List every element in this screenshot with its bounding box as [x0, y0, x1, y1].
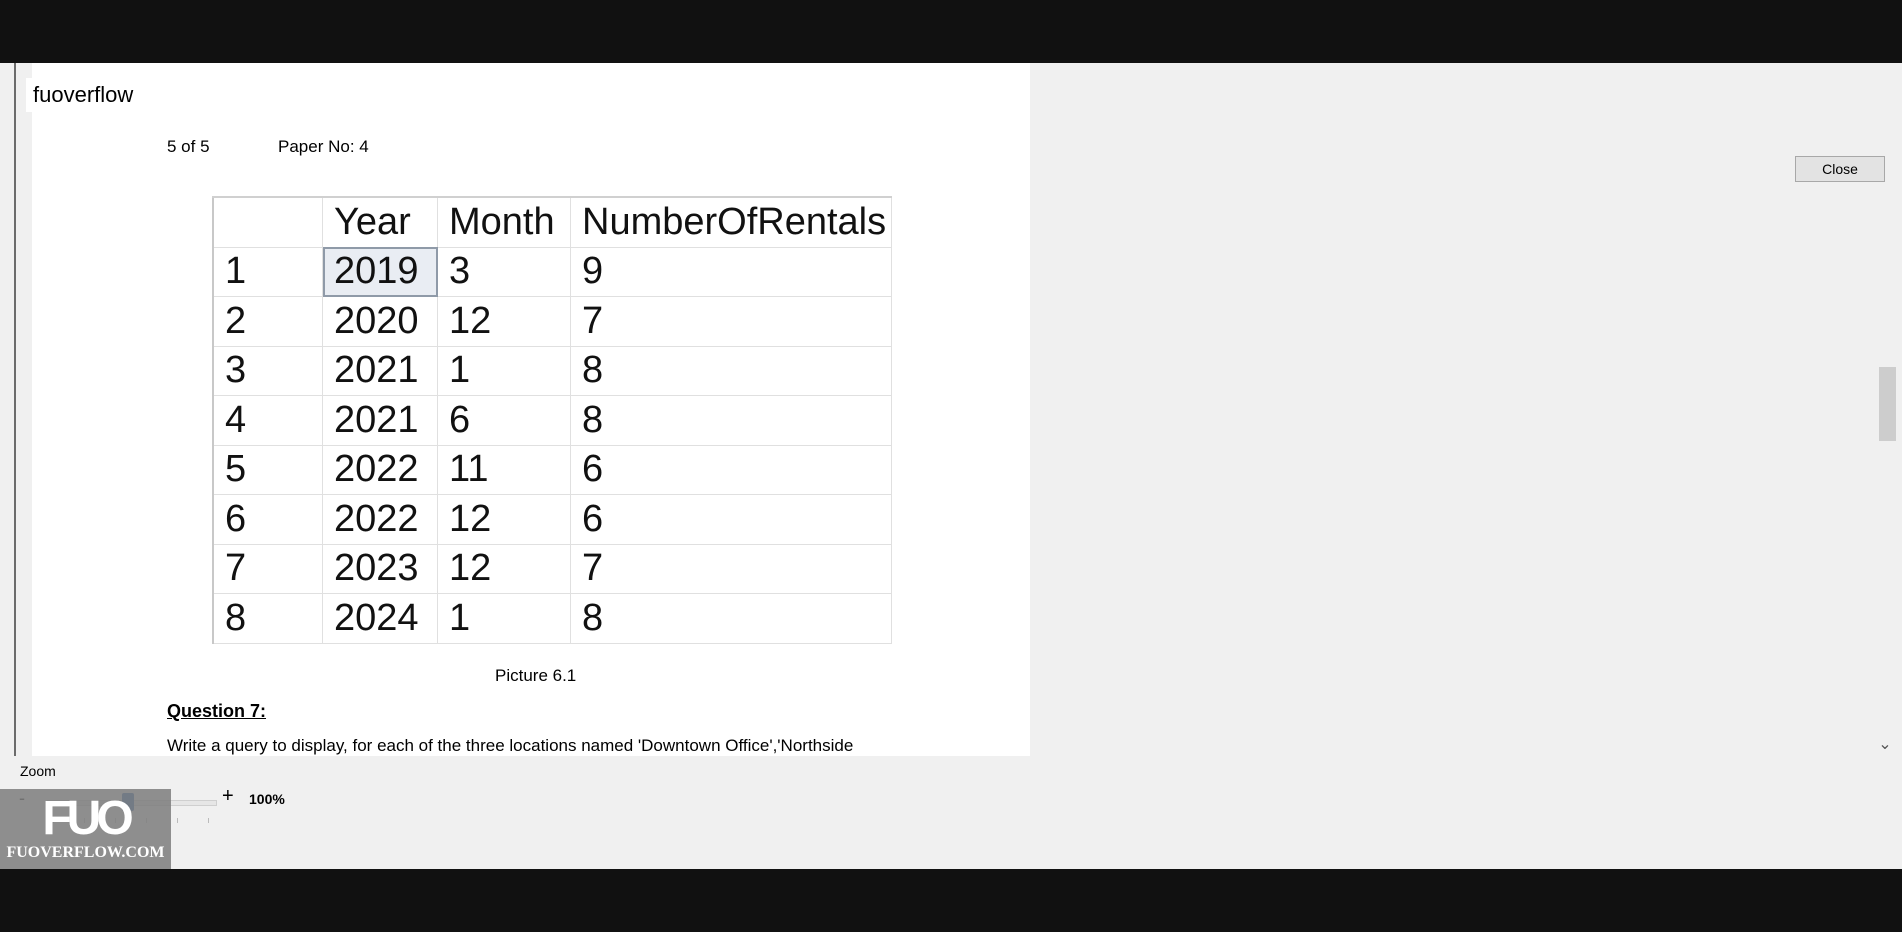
- question-text: Write a query to display, for each of th…: [167, 736, 854, 755]
- table-cell-year: 2024: [322, 593, 438, 644]
- table-cell-year: 2021: [322, 395, 438, 446]
- table-body: 1 2019 3 9 2 2020 12 7 3 2021 1 8 4 2021 6 8 5 2022 11 6 6 20…: [212, 247, 892, 644]
- table-cell-numberofrentals: 8: [570, 395, 892, 446]
- table-cell-rownum: 5: [212, 445, 323, 495]
- table-cell-month: 1: [437, 593, 571, 644]
- column-header-rownum: [212, 196, 323, 248]
- zoom-label: Zoom: [20, 763, 56, 779]
- table-cell-rownum: 1: [212, 247, 323, 297]
- table-cell-month: 1: [437, 346, 571, 396]
- watermark-mark: FUO: [42, 792, 133, 845]
- app-label: fuoverflow: [26, 78, 141, 112]
- table-cell-month: 6: [437, 395, 571, 446]
- table-cell-rownum: 4: [212, 395, 323, 446]
- column-header-numberofrentals: NumberOfRentals: [570, 196, 892, 248]
- table-cell-rownum: 6: [212, 494, 323, 545]
- query-results-table: Year Month NumberOfRentals 1 2019 3 9 2 2020 1…: [212, 196, 892, 644]
- table-cell-numberofrentals: 7: [570, 296, 892, 347]
- bottom-toolbar: Zoom - + 100%: [0, 756, 1902, 869]
- table-row: 5 2022 11 6: [212, 445, 892, 495]
- table-cell-rownum: 3: [212, 346, 323, 396]
- zoom-in-button[interactable]: +: [222, 785, 234, 808]
- watermark-text: FUOVERFLOW.COM: [6, 844, 165, 861]
- table-row: 6 2022 12 6: [212, 494, 892, 545]
- picture-caption: Picture 6.1: [495, 666, 577, 685]
- table-cell-rownum: 2: [212, 296, 323, 347]
- table-cell-month: 11: [437, 445, 571, 495]
- table-cell-year: 2022: [322, 445, 438, 495]
- page-indicator: 5 of 5: [167, 137, 210, 156]
- table-cell-year: 2023: [322, 544, 438, 594]
- table-cell-numberofrentals: 8: [570, 346, 892, 396]
- table-cell-year: 2021: [322, 346, 438, 396]
- exam-viewer-window: 5 of 5 Paper No: 4 Year Month NumberOfRe…: [0, 63, 1902, 869]
- chevron-down-icon[interactable]: ⌄: [1874, 735, 1896, 755]
- document-viewer[interactable]: 5 of 5 Paper No: 4 Year Month NumberOfRe…: [14, 63, 1896, 756]
- paper-number: Paper No: 4: [278, 137, 369, 156]
- vertical-scrollbar-thumb[interactable]: [1879, 367, 1896, 441]
- table-cell-numberofrentals: 8: [570, 593, 892, 644]
- document-page: 5 of 5 Paper No: 4 Year Month NumberOfRe…: [32, 63, 1030, 756]
- table-cell-numberofrentals: 7: [570, 544, 892, 594]
- table-cell-month: 3: [437, 247, 571, 297]
- table-cell-rownum: 8: [212, 593, 323, 644]
- table-row: 4 2021 6 8: [212, 395, 892, 446]
- table-row: 1 2019 3 9: [212, 247, 892, 297]
- table-cell-month: 12: [437, 296, 571, 347]
- column-header-month: Month: [437, 196, 571, 248]
- table-cell-year: 2022: [322, 494, 438, 545]
- table-cell-numberofrentals: 6: [570, 494, 892, 545]
- table-cell-numberofrentals: 6: [570, 445, 892, 495]
- watermark-logo: FUO FUOVERFLOW.COM: [0, 789, 171, 869]
- table-row: 7 2023 12 7: [212, 544, 892, 594]
- question-title: Question 7:: [167, 701, 267, 721]
- table-cell-rownum: 7: [212, 544, 323, 594]
- table-cell-numberofrentals: 9: [570, 247, 892, 297]
- zoom-value: 100%: [249, 791, 285, 807]
- table-header-row: Year Month NumberOfRentals: [212, 196, 892, 248]
- table-cell-year: 2019: [322, 247, 438, 297]
- table-cell-month: 12: [437, 494, 571, 545]
- table-cell-year: 2020: [322, 296, 438, 347]
- close-button[interactable]: Close: [1795, 156, 1885, 182]
- table-row: 3 2021 1 8: [212, 346, 892, 396]
- column-header-year: Year: [322, 196, 438, 248]
- table-row: 8 2024 1 8: [212, 593, 892, 644]
- table-cell-month: 12: [437, 544, 571, 594]
- table-row: 2 2020 12 7: [212, 296, 892, 347]
